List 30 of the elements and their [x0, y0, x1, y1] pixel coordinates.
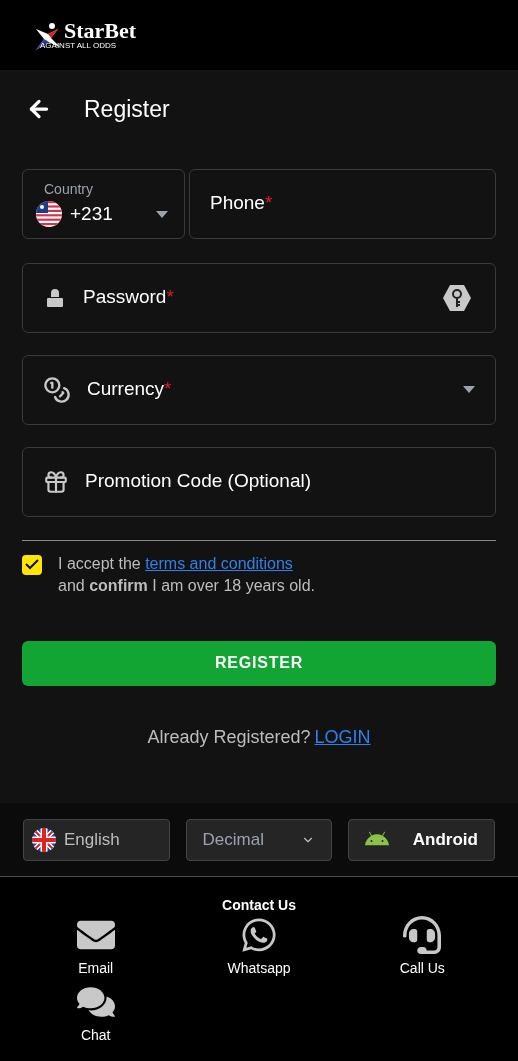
whatsapp-icon	[240, 916, 278, 954]
logo-tagline: AGAINST ALL ODDS	[40, 42, 118, 50]
odds-format-select[interactable]: Decimal	[185, 818, 333, 861]
android-app-button[interactable]: Android	[348, 818, 495, 861]
call-contact-link[interactable]: Call Us	[340, 916, 504, 979]
phone-field[interactable]: Phone*	[189, 168, 496, 239]
terms-link[interactable]: terms and conditions	[145, 554, 293, 572]
email-contact-link[interactable]: Email	[14, 916, 178, 979]
login-link[interactable]: LOGIN	[314, 723, 371, 751]
flag-icon	[36, 201, 62, 227]
coins-icon	[43, 375, 71, 404]
country-select[interactable]: Country +231	[22, 168, 185, 239]
page-title: Register	[84, 95, 170, 124]
language-select[interactable]: English	[23, 818, 170, 861]
gift-icon	[43, 468, 69, 495]
password-field[interactable]: Password*	[22, 262, 496, 333]
dropdown-caret-icon	[156, 210, 168, 218]
contact-title: Contact Us	[222, 896, 296, 915]
logo-name: StarBet	[64, 20, 137, 42]
flag-icon	[32, 827, 56, 852]
terms-text: I accept the terms and conditions and confirm I am over 18 years old.	[58, 553, 315, 596]
headset-icon	[403, 916, 442, 954]
check-icon	[25, 559, 39, 570]
promo-field[interactable]: Promotion Code (Optional)	[22, 446, 496, 517]
whatsapp-contact-link[interactable]: Whatsapp	[177, 916, 341, 979]
dropdown-caret-icon	[463, 386, 475, 393]
currency-field[interactable]: Currency*	[22, 354, 496, 425]
chat-contact-link[interactable]: Chat	[14, 983, 178, 1046]
terms-checkbox[interactable]	[22, 554, 42, 575]
login-prompt: Already Registered?	[147, 725, 311, 749]
